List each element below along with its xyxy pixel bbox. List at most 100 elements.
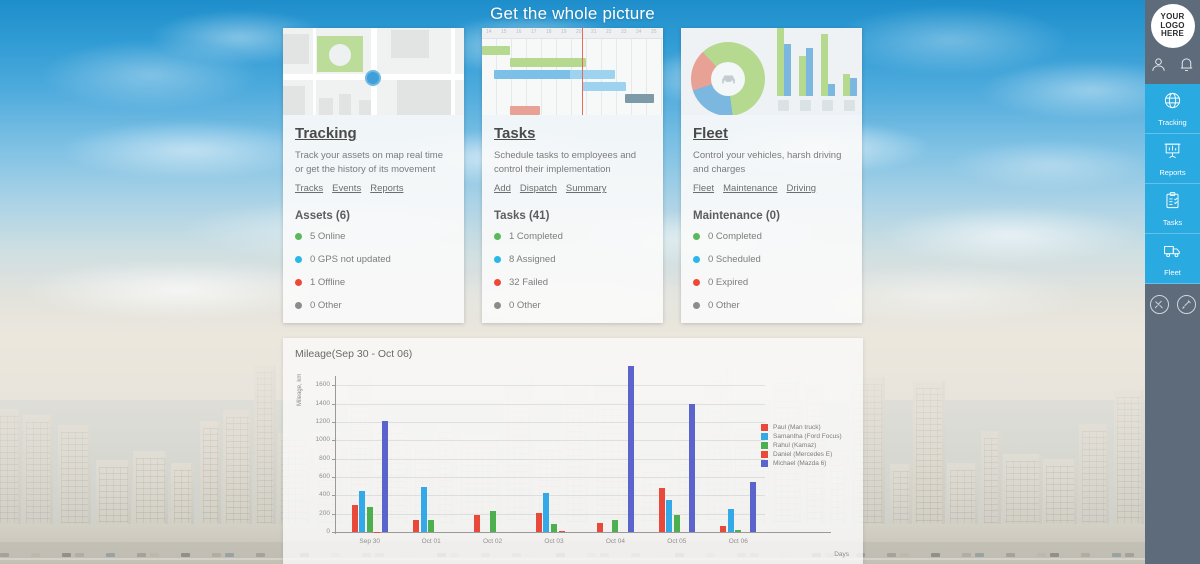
chart-bar[interactable] [720,525,727,532]
x-axis-tick: Oct 01 [421,538,441,545]
gantt-task-bar [582,82,626,91]
legend-item[interactable]: Michael (Mazda 6) [761,460,842,467]
fleet-bar-blue [784,44,791,97]
card-title[interactable]: Tracking [295,125,452,142]
card-link-reports[interactable]: Reports [370,183,403,194]
gantt-column-number: 15 [501,29,507,35]
y-axis-tick: 600 [319,472,330,480]
tools-icon[interactable] [1149,295,1169,314]
chart-bar[interactable] [750,482,757,532]
logo[interactable]: YOUR LOGO HERE [1150,4,1195,48]
x-axis-tick: Sep 30 [359,538,380,545]
card-link-events[interactable]: Events [332,183,361,194]
card-links: Add Dispatch Summary [494,183,651,194]
stat-label: 0 GPS not updated [310,254,391,265]
chart-bar[interactable] [689,404,696,532]
fleet-bar-green [821,34,828,97]
card-link-add[interactable]: Add [494,183,511,194]
x-axis [335,532,831,533]
y-axis-tick: 800 [319,454,330,462]
sidebar-item-tracking[interactable]: Tracking [1145,84,1200,134]
gantt-column-number: 21 [591,29,597,35]
screwdriver-icon[interactable] [1176,295,1196,314]
legend-item[interactable]: Samantha (Ford Focus) [761,433,842,440]
gridline [335,440,765,442]
sidebar-item-reports[interactable]: Reports [1145,134,1200,184]
user-icon[interactable] [1150,56,1167,78]
gantt-task-bar [570,70,615,79]
stat-row: 1 Completed [494,231,651,242]
legend-swatch [761,451,768,458]
fleet-driver-chip [844,100,855,112]
legend-item[interactable]: Rahul (Kamaz) [761,442,842,449]
chart-bar[interactable] [420,487,427,532]
gridline [335,495,765,497]
card-link-summary[interactable]: Summary [566,183,607,194]
globe-icon [1163,91,1182,115]
chart-bar[interactable] [727,508,734,532]
chart-bar[interactable] [381,421,388,532]
x-axis-label: Days [834,551,849,558]
chart-bar[interactable] [658,487,665,532]
x-axis-tick: Oct 04 [605,538,625,545]
chart-bar[interactable] [551,523,557,532]
chart-bar[interactable] [558,530,565,532]
card-link-maintenance[interactable]: Maintenance [723,183,777,194]
fleet-driver-chip [822,100,833,112]
status-dot [693,233,700,240]
card-description: Schedule tasks to employees and control … [494,150,637,176]
gridline [335,513,765,515]
chart-bar[interactable] [612,520,619,532]
card-link-dispatch[interactable]: Dispatch [520,183,557,194]
stat-label: 1 Completed [509,231,563,242]
stat-row: 1 Offline [295,277,452,288]
legend-item[interactable]: Paul (Man truck) [761,424,842,431]
sidebar-item-fleet[interactable]: Fleet [1145,234,1200,284]
stat-label: 5 Online [310,231,346,242]
bell-icon[interactable] [1178,56,1195,78]
legend-item[interactable]: Daniel (Mercedes E) [761,451,842,458]
card-link-fleet[interactable]: Fleet [693,183,714,194]
map-marker[interactable] [365,70,381,86]
gridline [335,476,765,478]
sidebar-item-tasks[interactable]: Tasks [1145,184,1200,234]
sidebar-top-icons [1150,56,1195,78]
chart-bar[interactable] [489,510,496,532]
y-axis-tick: 1200 [315,417,330,425]
chart-bar[interactable] [666,500,673,532]
chart-bar[interactable] [597,522,604,532]
stat-row: 32 Failed [494,277,651,288]
stat-label: 0 Completed [708,231,762,242]
card-stat-title: Tasks (41) [494,210,550,222]
chart-bar[interactable] [627,365,634,532]
status-dot [494,279,501,286]
card-body: Tracking Track your assets on map real t… [283,115,464,323]
y-axis [335,376,336,534]
chart-bar[interactable] [673,515,680,532]
donut-center [711,62,745,96]
gridline [335,421,765,423]
stat-label: 0 Other [310,300,342,311]
card-title[interactable]: Tasks [494,125,651,142]
chart-bar[interactable] [543,492,550,532]
chart-bar[interactable] [735,530,742,532]
card-link-tracks[interactable]: Tracks [295,183,323,194]
stat-label: 0 Other [509,300,541,311]
gridline [335,403,765,405]
sidebar-item-label: Reports [1159,167,1186,177]
card-title[interactable]: Fleet [693,125,850,142]
stat-row: 0 Other [295,300,452,311]
chart-bar[interactable] [359,490,366,532]
fleet-driver-chip [778,100,789,112]
chart-bar[interactable] [535,512,542,532]
fleet-bar-green [843,74,850,97]
x-axis-tick: Oct 03 [544,538,564,545]
chart-bar[interactable] [412,520,419,532]
chart-bar[interactable] [428,519,435,532]
chart-bar[interactable] [351,505,358,532]
chart-bar[interactable] [474,515,481,532]
feature-card-fleet: Fleet Control your vehicles, harsh drivi… [681,28,862,323]
y-axis-tick: 400 [319,491,330,499]
card-link-driving[interactable]: Driving [787,183,817,194]
chart-bar[interactable] [366,507,373,532]
